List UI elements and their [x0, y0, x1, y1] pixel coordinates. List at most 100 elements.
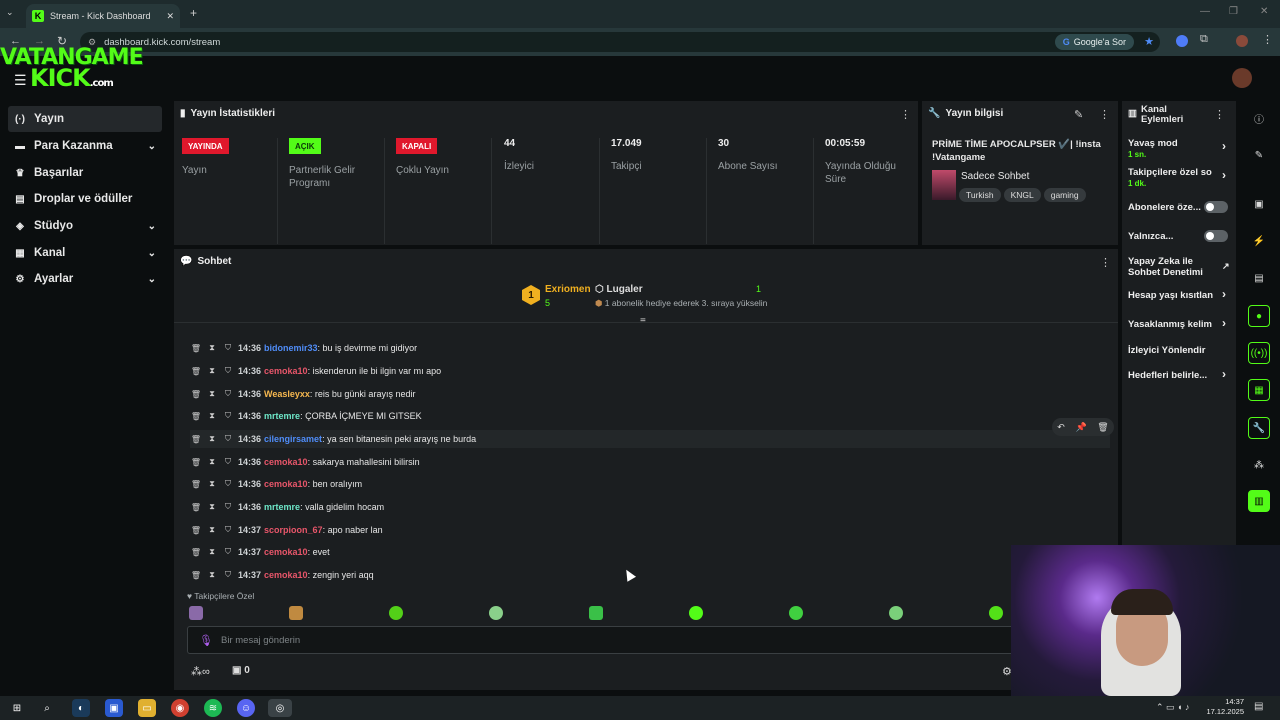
undo-icon[interactable]: ↶: [1057, 422, 1065, 433]
document-icon[interactable]: ▤: [1248, 267, 1270, 289]
profile-avatar-icon[interactable]: [1236, 35, 1248, 47]
ban-shield-icon[interactable]: ⛉: [222, 411, 234, 421]
sidebar-item-studyo[interactable]: ◈ Stüdyo ⌄: [8, 213, 162, 239]
message-username[interactable]: cemoka10: [264, 457, 308, 467]
chat-message[interactable]: 🗑 ⧗ ⛉ 14:37 scorpioon_67: apo naber lan: [190, 521, 1110, 539]
timeout-hourglass-icon[interactable]: ⧗: [206, 366, 218, 376]
channel-actions-more-icon[interactable]: ⋮: [1214, 108, 1225, 121]
edit-pencil-icon[interactable]: ✎: [1074, 108, 1083, 121]
chrome-icon[interactable]: ◉: [171, 699, 189, 717]
google-ask-button[interactable]: G Google'a Sor: [1054, 34, 1134, 50]
emote-icon[interactable]: [789, 606, 803, 620]
timeout-hourglass-icon[interactable]: ⧗: [206, 479, 218, 489]
chat-message[interactable]: 🗑 ⧗ ⛉ 14:37 cemoka10: evet: [190, 543, 1110, 561]
emote-icon[interactable]: [289, 606, 303, 620]
message-username[interactable]: cemoka10: [264, 570, 308, 580]
message-username[interactable]: cemoka10: [264, 547, 308, 557]
action-account-age[interactable]: Hesap yaşı kısıtlan ›: [1128, 288, 1228, 301]
delete-message-icon[interactable]: 🗑: [190, 571, 202, 580]
stream-info-more-icon[interactable]: ⋮: [1099, 108, 1110, 121]
tray-icons[interactable]: ⌃ ▭ ◖ ♪: [1156, 702, 1189, 713]
sidebar-item-para-kazanma[interactable]: ▬ Para Kazanma ⌄: [8, 133, 162, 159]
message-username[interactable]: mrtemre: [264, 502, 300, 512]
timeout-hourglass-icon[interactable]: ⧗: [206, 411, 218, 421]
chat-message[interactable]: 🗑 ⧗ ⛉ 14:36 cilengirsamet: ya sen bitanesin …: [190, 430, 1110, 448]
ban-shield-icon[interactable]: ⛉: [222, 547, 234, 557]
sidebar-item-basarilar[interactable]: ♛ Başarılar: [8, 160, 162, 186]
timeout-hourglass-icon[interactable]: ⧗: [206, 343, 218, 353]
sidebar-item-yayin[interactable]: (·) Yayın: [8, 106, 162, 132]
subscribers-only-toggle[interactable]: [1204, 201, 1228, 213]
user-avatar[interactable]: [1232, 68, 1252, 88]
action-raid[interactable]: İzleyici Yönlendir: [1128, 345, 1228, 356]
chat-more-icon[interactable]: ⋮: [1100, 256, 1111, 269]
stats-more-icon[interactable]: ⋮: [900, 108, 911, 121]
minimize-icon[interactable]: —: [1200, 6, 1210, 17]
delete-message-icon[interactable]: 🗑: [190, 390, 202, 399]
ban-shield-icon[interactable]: ⛉: [222, 343, 234, 353]
info-icon[interactable]: ⓘ: [1248, 107, 1270, 129]
users-group-icon[interactable]: ⁂: [1248, 454, 1270, 476]
emote-icon[interactable]: [589, 606, 603, 620]
close-window-icon[interactable]: ✕: [1260, 6, 1268, 17]
sidebar-item-ayarlar[interactable]: ⚙ Ayarlar ⌄: [8, 266, 162, 292]
new-tab-icon[interactable]: +: [190, 6, 197, 20]
timeout-hourglass-icon[interactable]: ⧗: [206, 389, 218, 399]
delete-message-icon[interactable]: 🗑: [190, 412, 202, 421]
steam-icon[interactable]: ◐: [72, 699, 90, 717]
clock[interactable]: 14:37 17.12.2025: [1204, 697, 1244, 717]
delete-message-icon[interactable]: 🗑: [190, 503, 202, 512]
chat-input-box[interactable]: 🎙 Bir mesaj gönderin: [187, 626, 1017, 654]
chat-message[interactable]: 🗑 ⧗ ⛉ 14:36 mrtemre: ÇORBA İÇMEYE MI GITSEK: [190, 407, 1110, 425]
action-banned-words[interactable]: Yasaklanmış kelim ›: [1128, 317, 1228, 330]
store-app-icon[interactable]: ▣: [105, 699, 123, 717]
clapper-icon[interactable]: ▥: [1248, 490, 1270, 512]
action-followers-only[interactable]: Takipçilere özel so 1 dk. ›: [1128, 167, 1228, 189]
store-indicator[interactable]: ▣ 0: [232, 665, 250, 676]
action-goals[interactable]: Hedefleri belirle... ›: [1128, 368, 1228, 381]
edit-icon[interactable]: ✎: [1248, 144, 1270, 166]
ban-shield-icon[interactable]: ⛉: [222, 366, 234, 376]
message-username[interactable]: cilengirsamet: [264, 434, 322, 444]
delete-message-icon[interactable]: 🗑: [190, 344, 202, 353]
screen-icon[interactable]: ▣: [1248, 193, 1270, 215]
chat-message[interactable]: 🗑 ⧗ ⛉ 14:36 Weasleyxx: reis bu günki arayış …: [190, 385, 1110, 403]
emote-icon[interactable]: [489, 606, 503, 620]
obs-icon[interactable]: ◎: [268, 699, 292, 717]
delete-message-icon[interactable]: 🗑: [190, 367, 202, 376]
file-explorer-icon[interactable]: ▭: [138, 699, 156, 717]
timeout-hourglass-icon[interactable]: ⧗: [206, 434, 218, 444]
pin-icon[interactable]: 📌: [1075, 422, 1086, 433]
emote-icon[interactable]: [189, 606, 203, 620]
ban-shield-icon[interactable]: ⛉: [222, 457, 234, 467]
browser-menu-icon[interactable]: ⋮: [1262, 33, 1273, 46]
spotify-icon[interactable]: ≋: [204, 699, 222, 717]
lightning-icon[interactable]: ⚡: [1248, 230, 1270, 252]
broadcast-signal-icon[interactable]: ((•)): [1248, 342, 1270, 364]
emote-icon[interactable]: [389, 606, 403, 620]
ban-shield-icon[interactable]: ⛉: [222, 570, 234, 580]
delete-message-icon[interactable]: 🗑: [190, 526, 202, 535]
ban-shield-icon[interactable]: ⛉: [222, 434, 234, 444]
chat-message[interactable]: 🗑 ⧗ ⛉ 14:36 cemoka10: sakarya mahallesini bi…: [190, 453, 1110, 471]
tab-list-icon[interactable]: ⌄: [6, 7, 14, 18]
ban-shield-icon[interactable]: ⛉: [222, 389, 234, 399]
chat-message[interactable]: 🗑 ⧗ ⛉ 14:36 mrtemre: valla gidelim hocam: [190, 498, 1110, 516]
action-slow-mode[interactable]: Yavaş mod 1 sn. ›: [1128, 138, 1228, 160]
discord-icon[interactable]: ☺: [237, 699, 255, 717]
ban-shield-icon[interactable]: ⛉: [222, 525, 234, 535]
delete-icon[interactable]: 🗑: [1097, 422, 1108, 433]
delete-message-icon[interactable]: 🗑: [190, 458, 202, 467]
delete-message-icon[interactable]: 🗑: [190, 480, 202, 489]
emote-icon[interactable]: [889, 606, 903, 620]
extensions-puzzle-icon[interactable]: ⧉: [1200, 33, 1208, 46]
timeout-hourglass-icon[interactable]: ⧗: [206, 525, 218, 535]
message-username[interactable]: cemoka10: [264, 479, 308, 489]
hamburger-menu-icon[interactable]: ☰: [14, 72, 27, 89]
chat-message[interactable]: 🗑 ⧗ ⛉ 14:36 cemoka10: ben oralıyım: [190, 475, 1110, 493]
windows-start-icon[interactable]: ⊞: [8, 699, 26, 717]
chat-message[interactable]: 🗑 ⧗ ⛉ 14:36 cemoka10: iskenderun ile bi ilgi…: [190, 362, 1110, 380]
emote-icon[interactable]: [689, 606, 703, 620]
restore-icon[interactable]: ❐: [1229, 6, 1238, 17]
emote-icon[interactable]: [989, 606, 1003, 620]
